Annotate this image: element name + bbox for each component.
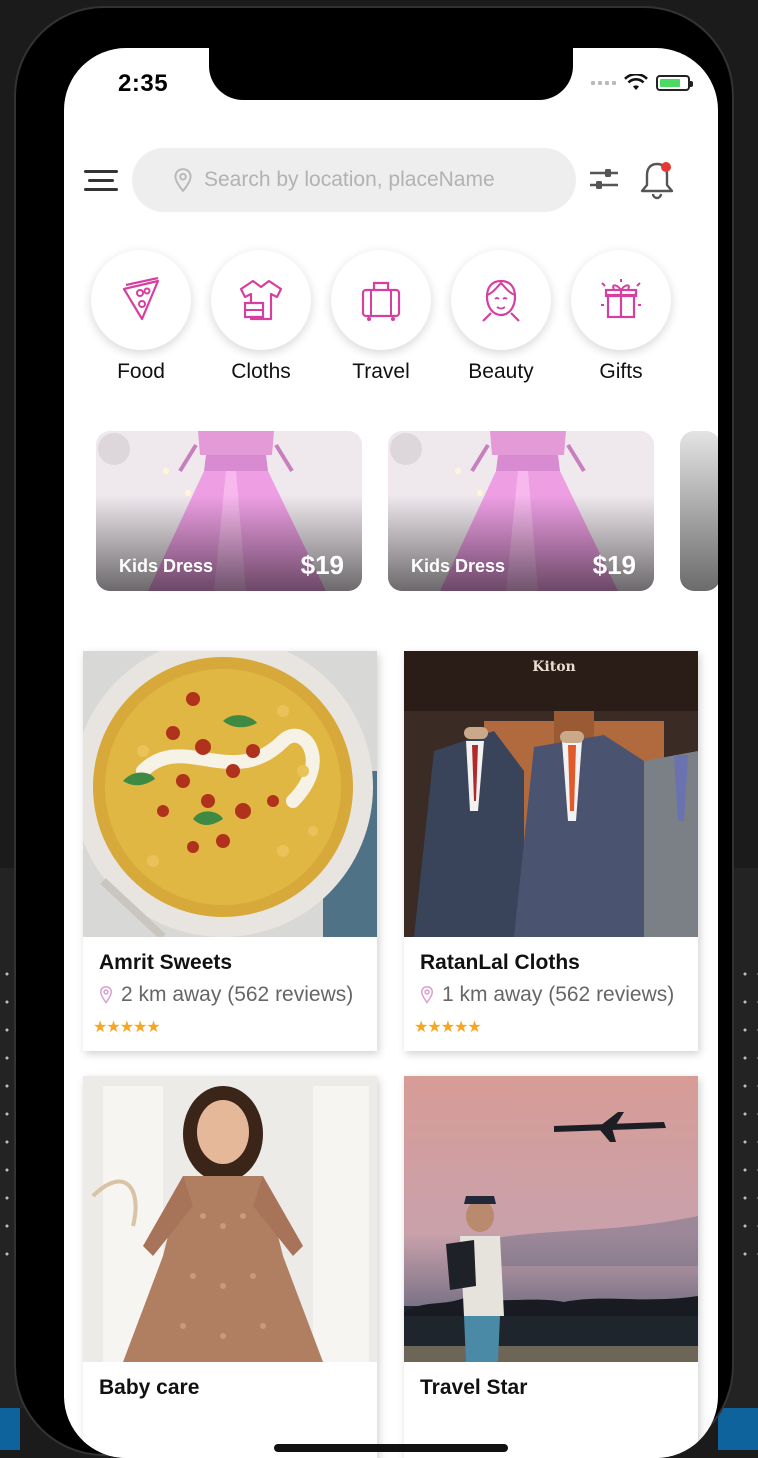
- promo-price: $19: [300, 550, 344, 580]
- store-meta: 1 km away (562 reviews): [418, 983, 674, 1007]
- search-bar[interactable]: [132, 148, 576, 212]
- hamburger-menu-icon[interactable]: [84, 170, 118, 192]
- promo-price: $19: [592, 550, 636, 580]
- store-card[interactable]: Baby care: [83, 1076, 377, 1458]
- category-label: Travel: [352, 360, 410, 383]
- promo-card-partial[interactable]: [680, 431, 718, 591]
- store-title: Baby care: [99, 1376, 200, 1399]
- store-title: Amrit Sweets: [99, 951, 233, 974]
- clothes-icon: [239, 279, 283, 321]
- child-dress-image: [83, 1076, 377, 1362]
- wifi-icon: [624, 74, 648, 90]
- store-distance-reviews: 2 km away (562 reviews): [121, 983, 354, 1006]
- search-input[interactable]: [202, 167, 566, 193]
- store-card[interactable]: Amrit Sweets 2 km away (562 reviews) ★★★…: [83, 651, 377, 1051]
- status-icons: [591, 74, 693, 92]
- pizza-icon: [122, 277, 160, 321]
- travel-sky-image: [404, 1076, 698, 1362]
- promo-card[interactable]: Kids Dress $19: [96, 431, 362, 591]
- home-indicator[interactable]: [274, 1444, 508, 1452]
- category-gifts[interactable]: Gifts: [570, 250, 672, 384]
- promo-card[interactable]: Kids Dress $19: [388, 431, 654, 591]
- food-dish-image: [83, 651, 377, 937]
- editor-gutter-dots-right: [738, 960, 758, 1260]
- category-cloths[interactable]: Cloths: [210, 250, 312, 384]
- category-label: Cloths: [231, 360, 291, 383]
- category-beauty[interactable]: Beauty: [450, 250, 552, 384]
- gift-icon: [601, 279, 641, 319]
- promo-name: Kids Dress: [411, 556, 506, 576]
- category-label: Gifts: [599, 360, 643, 383]
- notification-bell-icon[interactable]: [638, 158, 676, 202]
- store-title: RatanLal Cloths: [420, 951, 580, 974]
- luggage-icon: [361, 281, 401, 321]
- star-rating: ★★★★★: [93, 1019, 161, 1036]
- star-rating: ★★★★★: [414, 1019, 482, 1036]
- store-meta: 2 km away (562 reviews): [97, 983, 353, 1007]
- battery-icon: [656, 75, 693, 91]
- store-title: Travel Star: [420, 1376, 528, 1399]
- store-sign-text: Kiton: [532, 659, 575, 675]
- promo-name: Kids Dress: [119, 556, 214, 576]
- location-pin-icon: [99, 985, 113, 1004]
- notch: [209, 48, 573, 100]
- store-distance-reviews: 1 km away (562 reviews): [442, 983, 675, 1006]
- location-pin-icon: [174, 168, 192, 193]
- suits-image: Kiton: [404, 651, 698, 937]
- category-label: Beauty: [468, 360, 534, 383]
- category-food[interactable]: Food: [90, 250, 192, 384]
- store-card[interactable]: Travel Star: [404, 1076, 698, 1458]
- location-pin-icon: [420, 985, 434, 1004]
- store-card[interactable]: Kiton RatanLal Cloths 1 km away (562 rev…: [404, 651, 698, 1051]
- category-label: Food: [117, 360, 165, 383]
- editor-statusbar-left: [0, 1408, 20, 1450]
- signal-icon: [591, 81, 616, 85]
- face-icon: [482, 279, 520, 322]
- notification-dot: [661, 162, 671, 172]
- app-screen: 2:35 Search by location, placeName Food …: [64, 48, 718, 1458]
- status-time: 2:35: [118, 70, 169, 97]
- filter-sliders-icon[interactable]: [588, 166, 620, 192]
- editor-statusbar-right: [718, 1408, 758, 1450]
- category-travel[interactable]: Travel: [330, 250, 432, 384]
- phone-frame: 2:35 Search by location, placeName Food …: [16, 8, 732, 1458]
